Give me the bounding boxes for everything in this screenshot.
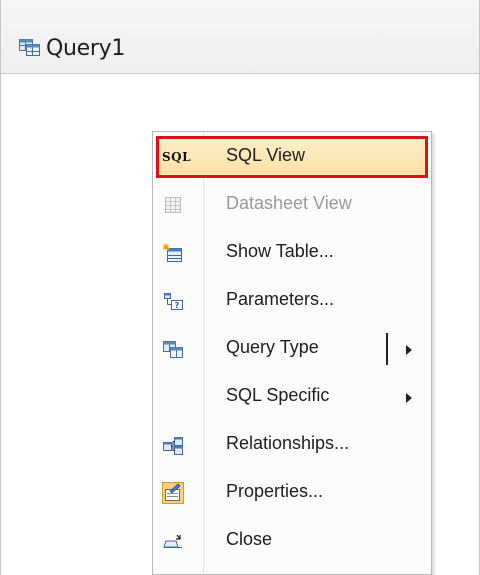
menu-item-show-table[interactable]: Show Table...: [156, 232, 428, 274]
datasheet-icon: [162, 194, 184, 216]
query-tab[interactable]: Query1: [1, 0, 479, 74]
menu-item-datasheet-view: Datasheet View: [156, 184, 428, 226]
query-design-icon: [19, 37, 41, 57]
menu-item-sql-specific[interactable]: SQL Specific: [156, 376, 428, 418]
menu-item-parameters[interactable]: ? Parameters...: [156, 280, 428, 322]
close-icon: [162, 530, 184, 552]
menu-item-label: Parameters...: [226, 289, 335, 309]
menu-item-properties[interactable]: Properties...: [156, 472, 428, 514]
menu-item-label: Query Type: [226, 337, 319, 357]
menu-item-label: SQL Specific: [226, 385, 330, 405]
query-type-icon: [162, 338, 184, 360]
menu-item-label: Properties...: [226, 481, 324, 501]
menu-item-relationships[interactable]: Relationships...: [156, 424, 428, 466]
menu-item-query-type[interactable]: Query Type: [156, 328, 428, 370]
submenu-arrow-icon: [406, 345, 412, 355]
show-table-icon: [162, 242, 184, 264]
parameters-icon: ?: [162, 290, 184, 312]
relationships-icon: [162, 434, 184, 456]
properties-icon: [162, 482, 184, 504]
submenu-divider: [386, 333, 388, 365]
context-menu: SQL SQL View Datasheet View Show Table..…: [152, 131, 432, 575]
menu-item-label: Show Table...: [226, 241, 334, 261]
window-title: Query1: [46, 36, 126, 61]
sql-icon: SQL: [162, 150, 192, 164]
menu-item-label: Close: [226, 529, 273, 549]
menu-item-label: SQL View: [226, 145, 306, 165]
menu-item-close[interactable]: Close: [156, 520, 428, 562]
menu-item-sql-view[interactable]: SQL SQL View: [156, 136, 428, 178]
submenu-arrow-icon: [406, 393, 412, 403]
svg-text:?: ?: [175, 301, 180, 310]
menu-item-label: Relationships...: [226, 433, 350, 453]
menu-item-label: Datasheet View: [226, 193, 352, 213]
